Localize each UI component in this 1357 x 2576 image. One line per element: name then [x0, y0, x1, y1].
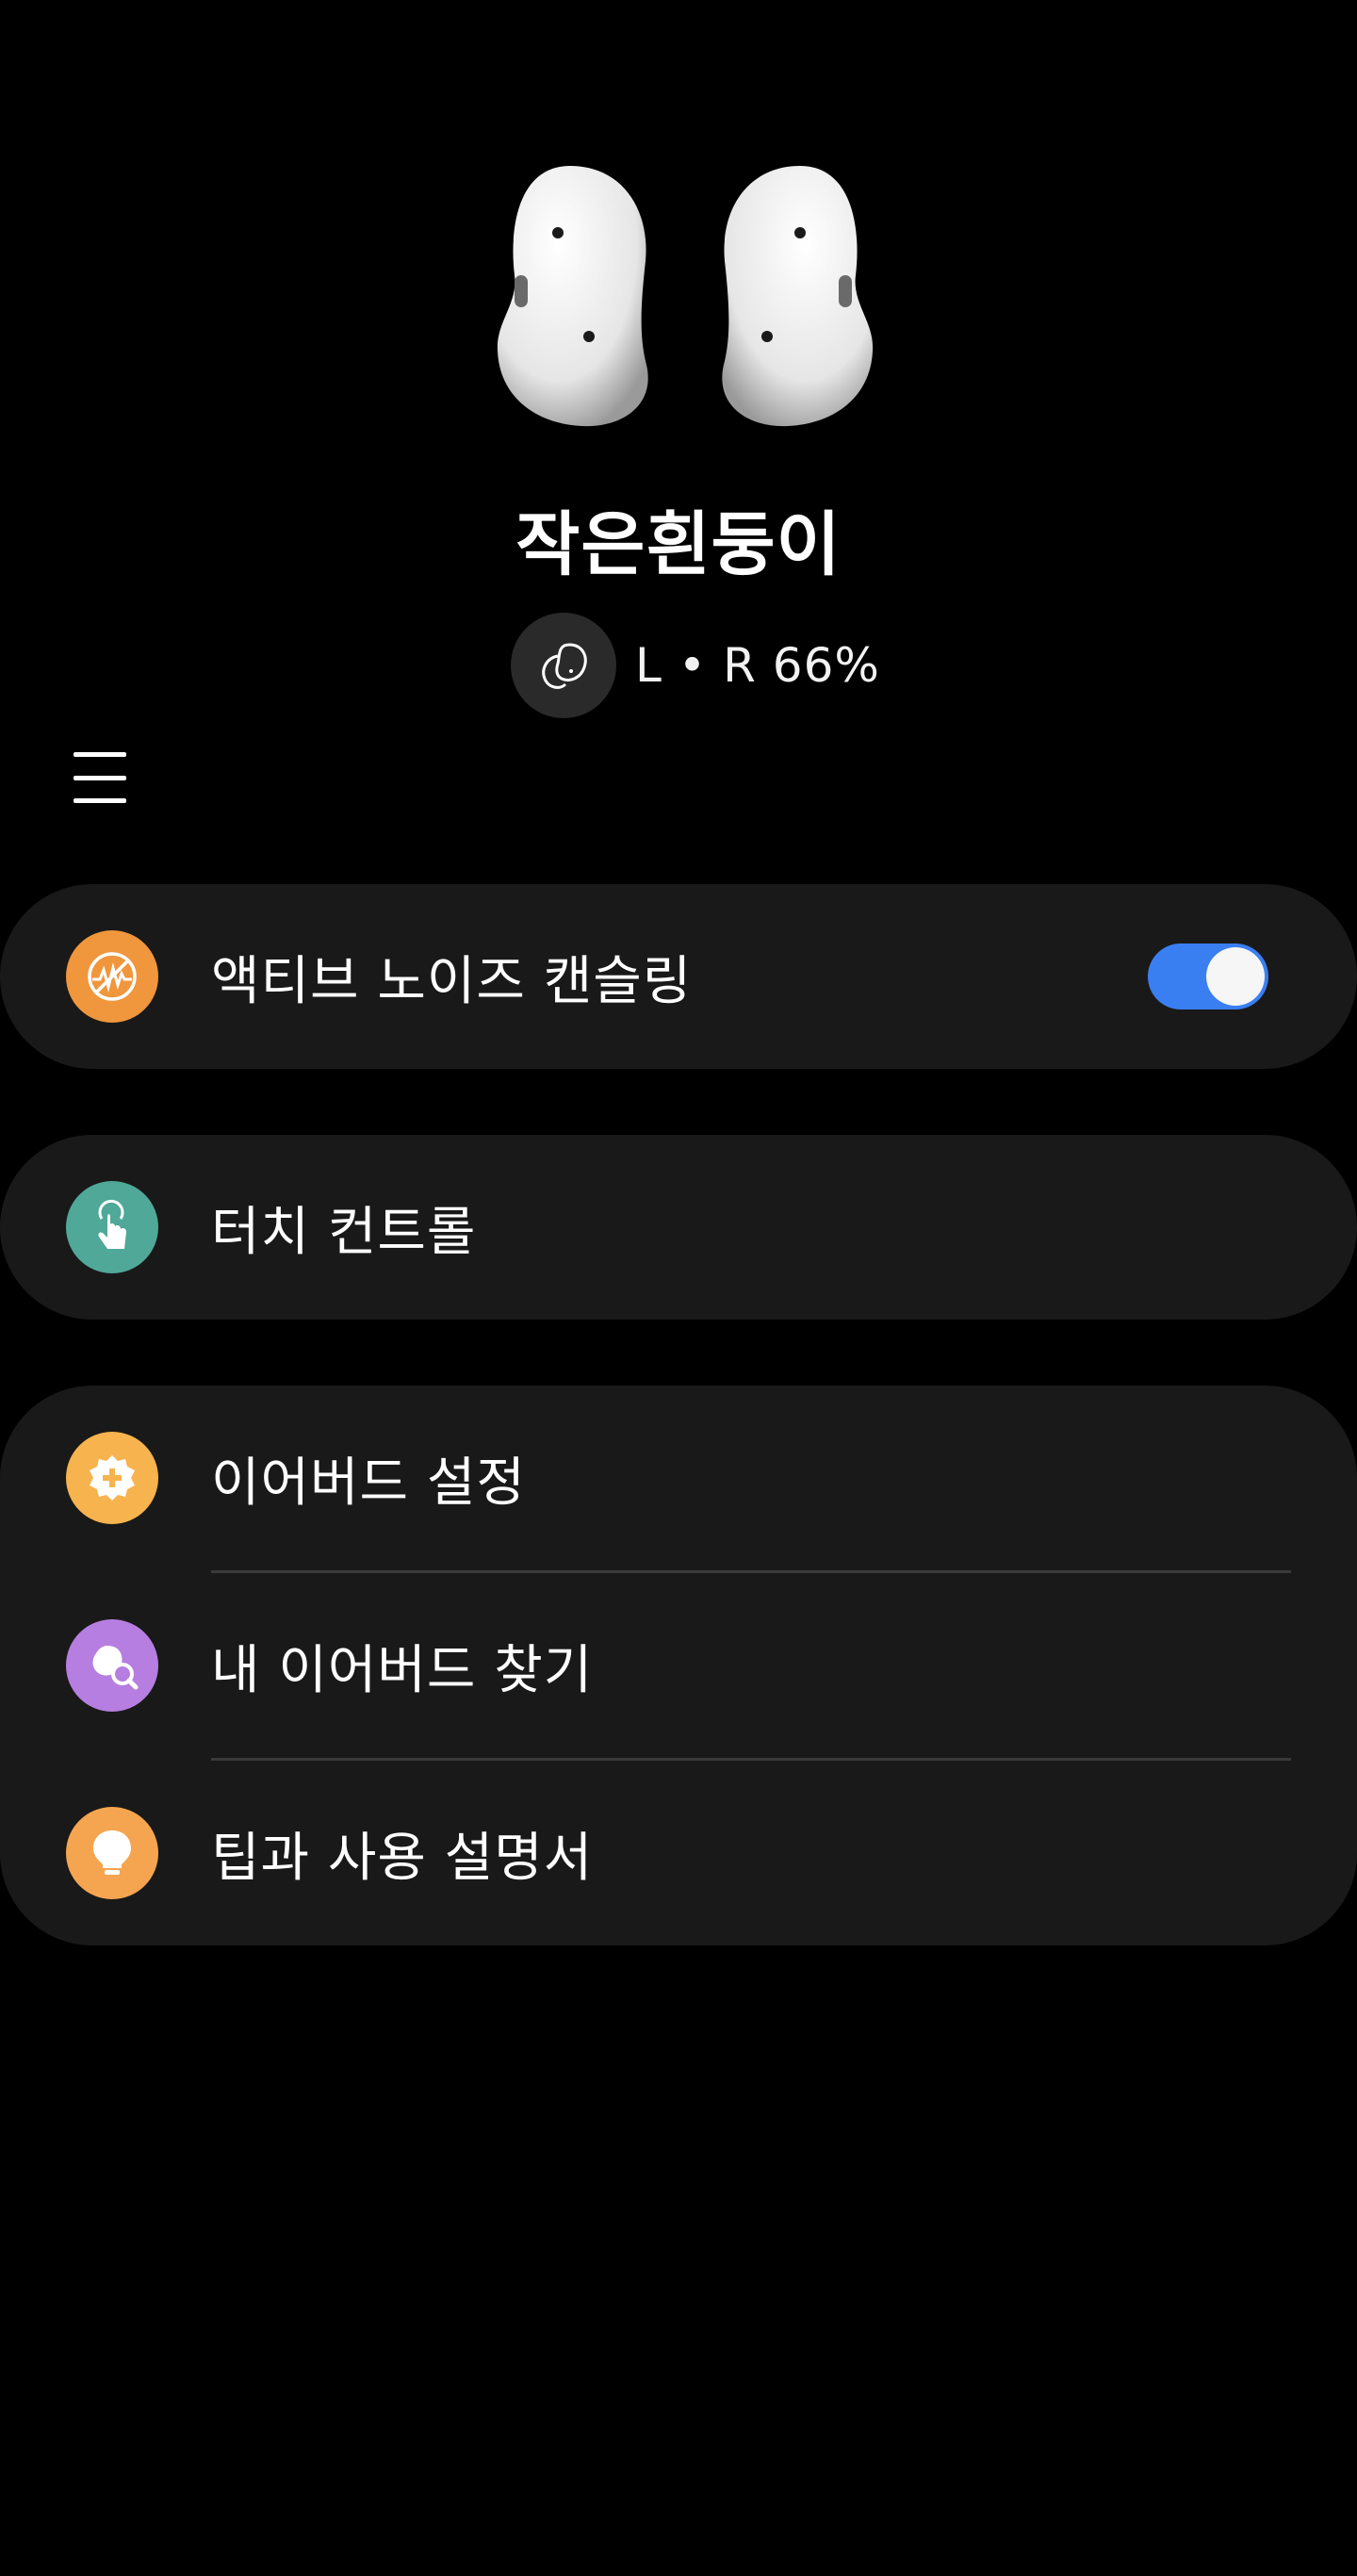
anc-icon — [66, 930, 158, 1023]
find-icon — [66, 1619, 158, 1712]
tips-row[interactable]: 팁과 사용 설명서 — [0, 1761, 1357, 1945]
earbud-settings-label: 이어버드 설정 — [211, 1452, 526, 1514]
battery-status: L • R 66% — [511, 613, 880, 718]
touch-icon — [66, 1181, 158, 1273]
touch-control-card[interactable]: 터치 컨트롤 — [0, 1135, 1357, 1320]
anc-row[interactable]: 액티브 노이즈 캔슬링 — [0, 884, 1357, 1069]
touch-control-label: 터치 컨트롤 — [211, 1201, 477, 1263]
find-earbuds-row[interactable]: 내 이어버드 찾기 — [0, 1573, 1357, 1758]
menu-button[interactable] — [74, 745, 138, 811]
battery-level: L • R 66% — [635, 638, 880, 693]
anc-label: 액티브 노이즈 캔슬링 — [211, 950, 693, 1012]
menu-icon — [74, 752, 126, 757]
settings-card: 이어버드 설정 내 이어버드 찾기 팁과 사용 설명서 — [0, 1386, 1357, 1945]
tips-label: 팁과 사용 설명서 — [211, 1827, 594, 1889]
device-name: 작은흰둥이 — [515, 504, 842, 585]
earbud-settings-row[interactable]: 이어버드 설정 — [0, 1386, 1357, 1570]
earbuds-battery-icon — [511, 613, 616, 718]
anc-card[interactable]: 액티브 노이즈 캔슬링 — [0, 884, 1357, 1069]
touch-control-row[interactable]: 터치 컨트롤 — [0, 1135, 1357, 1320]
gear-icon — [66, 1432, 158, 1524]
find-earbuds-label: 내 이어버드 찾기 — [211, 1639, 594, 1701]
earbuds-image — [0, 0, 1357, 443]
bulb-icon — [66, 1807, 158, 1899]
left-earbud-icon — [497, 166, 648, 427]
anc-toggle[interactable] — [1148, 943, 1268, 1009]
toggle-knob — [1206, 947, 1265, 1006]
right-earbud-icon — [722, 166, 874, 427]
